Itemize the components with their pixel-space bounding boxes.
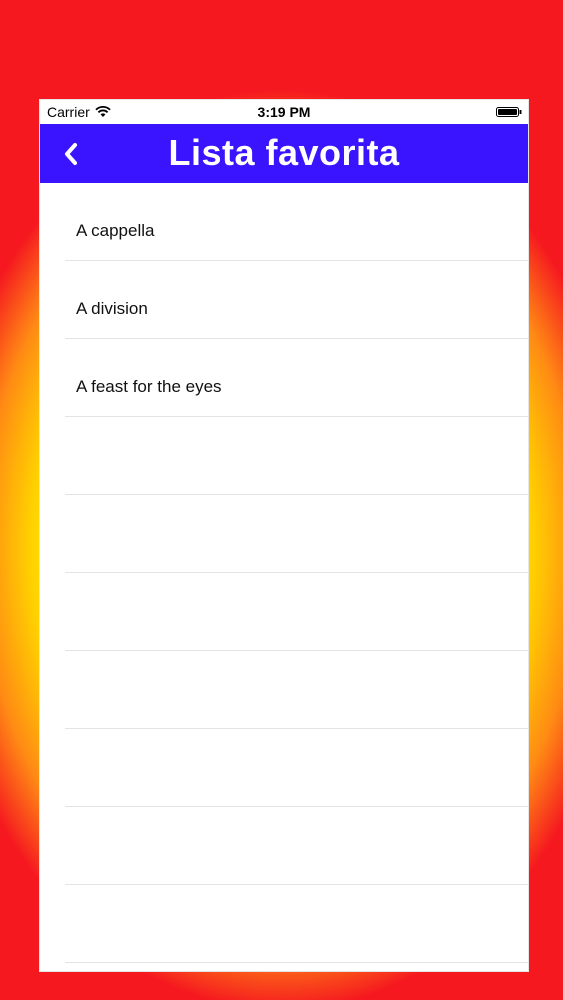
list-item[interactable] (40, 495, 528, 573)
list-item[interactable] (40, 417, 528, 495)
list-item[interactable]: A division (40, 261, 528, 339)
list-item[interactable]: A feast for the eyes (40, 339, 528, 417)
background-frame: Carrier 3:19 PM Lista favorita A cappell… (0, 0, 563, 1000)
page-title: Lista favorita (168, 132, 400, 173)
battery-icon (496, 107, 522, 117)
list-item[interactable] (40, 807, 528, 885)
list-item-label: A feast for the eyes (76, 377, 222, 396)
list-item[interactable]: A cappella (40, 183, 528, 261)
navigation-bar: Lista favorita (40, 124, 528, 183)
list-item[interactable] (40, 885, 528, 963)
status-time: 3:19 PM (257, 104, 311, 120)
phone-screen: Carrier 3:19 PM Lista favorita A cappell… (39, 99, 529, 972)
list-item[interactable] (40, 651, 528, 729)
list-item[interactable] (40, 729, 528, 807)
list-item[interactable] (40, 573, 528, 651)
favorites-list: A cappella A division A feast for the ey… (40, 183, 528, 963)
list-item-label: A cappella (76, 221, 155, 240)
status-bar: Carrier 3:19 PM (40, 100, 528, 124)
list-item-label: A division (76, 299, 148, 318)
